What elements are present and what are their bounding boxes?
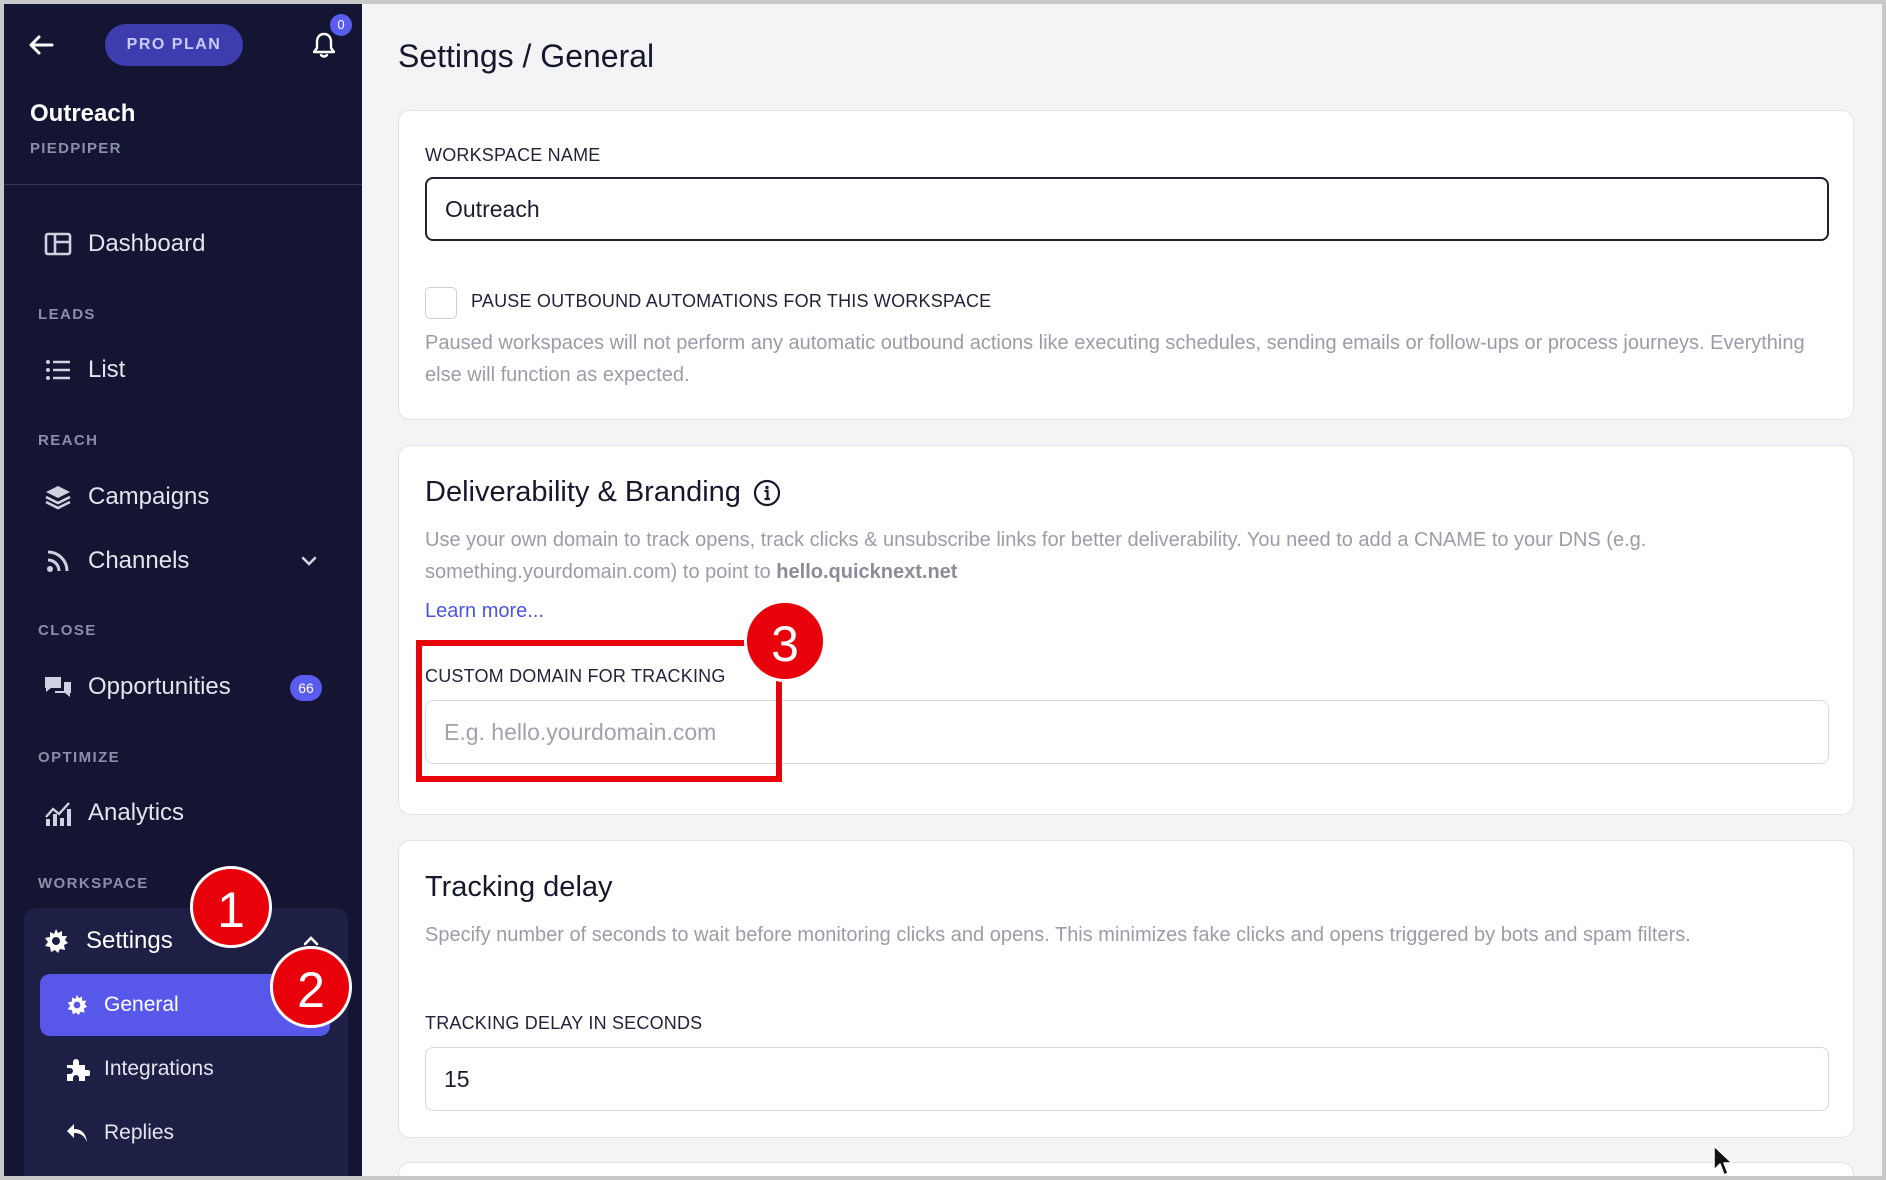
- sidebar-item-label: Analytics: [88, 799, 185, 826]
- info-icon[interactable]: [753, 479, 781, 507]
- gear-icon: [62, 990, 92, 1020]
- sidebar-subitem-label: Replies: [104, 1121, 175, 1144]
- sidebar-item-label: List: [88, 356, 126, 383]
- sidebar-item-label: Channels: [88, 547, 190, 574]
- tracking-delay-card: Tracking delay Specify number of seconds…: [398, 840, 1854, 1138]
- highlight-box: [416, 640, 782, 782]
- deliverability-title: Deliverability & Branding: [425, 476, 781, 509]
- tracking-delay-title: Tracking delay: [425, 871, 613, 903]
- opportunities-count-badge: 66: [290, 675, 322, 701]
- pause-automations-checkbox[interactable]: [425, 287, 457, 319]
- notification-count-badge: 0: [330, 14, 352, 36]
- sidebar-item-label: Opportunities: [88, 673, 231, 700]
- sidebar-subitem-label: General: [104, 993, 179, 1016]
- layers-icon: [42, 481, 74, 513]
- chevron-down-icon[interactable]: [298, 550, 320, 572]
- section-heading-reach: REACH: [38, 432, 99, 449]
- step-marker-2: 2: [270, 946, 352, 1028]
- deliverability-help: Use your own domain to track opens, trac…: [425, 524, 1815, 588]
- workspace-card: WORKSPACE NAME PAUSE OUTBOUND AUTOMATION…: [398, 110, 1854, 420]
- workspace-name-input[interactable]: [425, 177, 1829, 241]
- list-icon: [42, 354, 74, 386]
- section-heading-leads: LEADS: [38, 306, 96, 323]
- sidebar-subitem-integrations[interactable]: Integrations: [40, 1038, 330, 1100]
- sidebar-item-dashboard[interactable]: Dashboard: [26, 219, 346, 269]
- tracking-delay-label: TRACKING DELAY IN SECONDS: [425, 1013, 703, 1033]
- bar-chart-icon: [42, 797, 74, 829]
- sidebar-item-label: Dashboard: [88, 230, 206, 257]
- pause-automations-label[interactable]: PAUSE OUTBOUND AUTOMATIONS FOR THIS WORK…: [471, 291, 991, 312]
- workspace-name[interactable]: Outreach: [30, 100, 135, 128]
- tracking-delay-input[interactable]: [425, 1047, 1829, 1111]
- section-heading-workspace: WORKSPACE: [38, 875, 149, 892]
- dashboard-icon: [42, 228, 74, 260]
- sidebar-subitem-label: Integrations: [104, 1057, 214, 1080]
- workspace-org: PIEDPIPER: [30, 140, 122, 157]
- sidebar-item-label: Settings: [86, 927, 173, 954]
- step-marker-3: 3: [744, 600, 826, 682]
- sidebar-item-channels[interactable]: Channels: [26, 536, 346, 586]
- gear-icon: [40, 925, 72, 957]
- sidebar-item-label: Campaigns: [88, 483, 210, 510]
- section-heading-optimize: OPTIMIZE: [38, 749, 121, 766]
- deliverability-help-text: Use your own domain to track opens, trac…: [425, 529, 1647, 583]
- deliverability-title-text: Deliverability & Branding: [425, 476, 741, 508]
- main-content: Settings / General WORKSPACE NAME PAUSE …: [362, 4, 1882, 1176]
- cname-target-domain: hello.quicknext.net: [776, 561, 958, 583]
- back-button[interactable]: [24, 30, 58, 60]
- pro-plan-badge[interactable]: PRO PLAN: [105, 24, 243, 66]
- tracking-delay-help: Specify number of seconds to wait before…: [425, 924, 1691, 946]
- section-heading-close: CLOSE: [38, 622, 97, 639]
- sidebar-item-list[interactable]: List: [26, 345, 346, 395]
- sidebar-top-bar: PRO PLAN 0: [4, 4, 362, 84]
- rss-icon: [42, 545, 74, 577]
- sidebar-item-analytics[interactable]: Analytics: [26, 788, 346, 838]
- mouse-cursor-icon: [1713, 1145, 1733, 1176]
- page-title: Settings / General: [398, 38, 655, 74]
- sidebar-subitem-replies[interactable]: Replies: [40, 1102, 330, 1164]
- sidebar-divider: [4, 184, 362, 185]
- sidebar-item-campaigns[interactable]: Campaigns: [26, 472, 346, 522]
- learn-more-link[interactable]: Learn more...: [425, 600, 544, 623]
- pause-automations-help: Paused workspaces will not perform any a…: [425, 332, 1805, 386]
- step-marker-1: 1: [190, 866, 272, 948]
- reply-icon: [62, 1118, 92, 1148]
- sidebar-item-opportunities[interactable]: Opportunities 66: [26, 662, 346, 712]
- app-window: PRO PLAN 0 Outreach PIEDPIPER Dashboard …: [0, 0, 1886, 1180]
- next-settings-card: [398, 1162, 1854, 1176]
- arrow-left-icon: [29, 35, 54, 55]
- workspace-name-label: WORKSPACE NAME: [425, 145, 601, 165]
- puzzle-icon: [62, 1054, 92, 1084]
- chat-bubbles-icon: [42, 671, 74, 703]
